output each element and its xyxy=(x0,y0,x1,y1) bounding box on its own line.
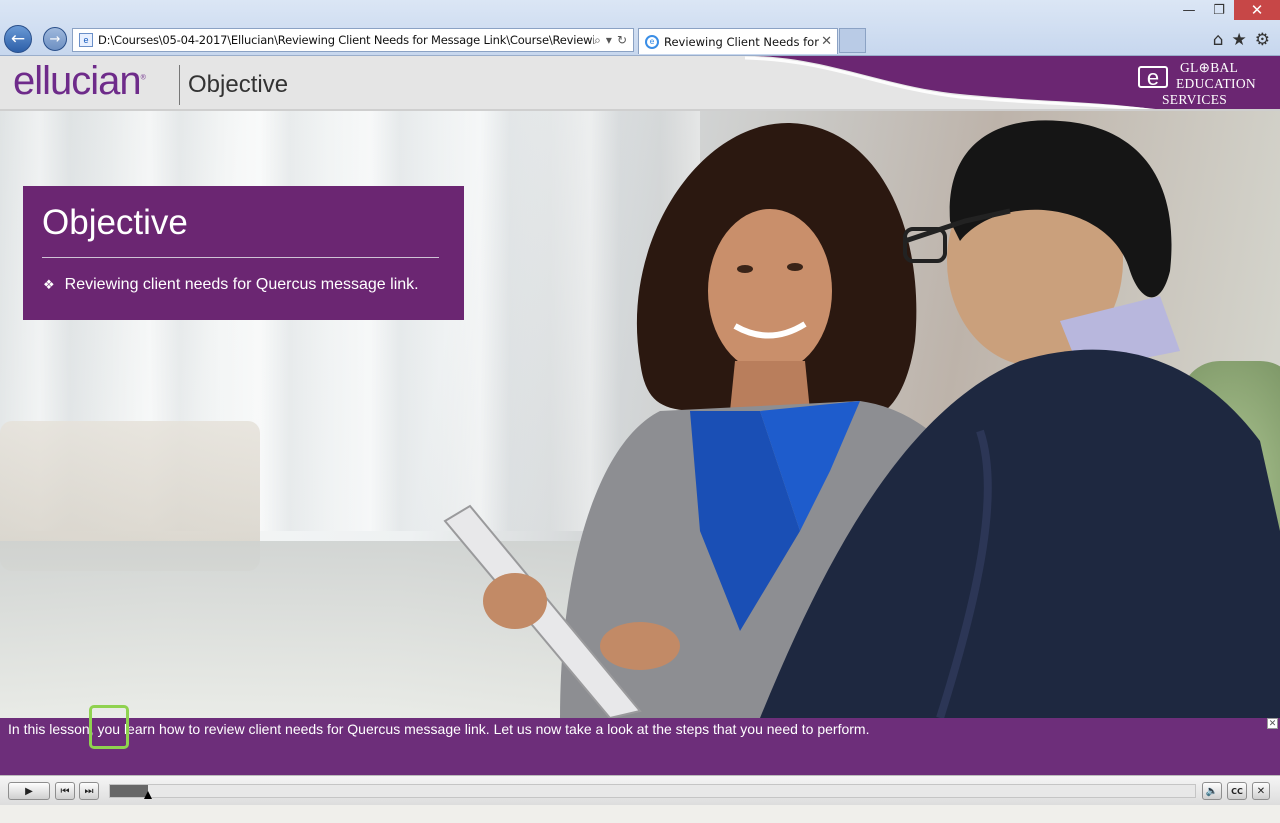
caption-text: In this lesson, you learn how to review … xyxy=(8,721,870,737)
objective-panel: Objective ❖ Reviewing client needs for Q… xyxy=(23,186,464,320)
caption-close-icon[interactable]: ✕ xyxy=(1267,718,1278,729)
back-button[interactable]: ← xyxy=(4,25,32,53)
progress-thumb[interactable] xyxy=(144,791,152,799)
click-highlight-box xyxy=(89,705,129,749)
star-icon[interactable]: ★ xyxy=(1232,30,1247,50)
new-tab-button[interactable] xyxy=(839,28,866,53)
search-icon[interactable]: ⌕ xyxy=(594,33,601,48)
forward-arrow-icon: → xyxy=(49,31,61,47)
progress-track[interactable] xyxy=(109,784,1196,799)
close-window-button[interactable]: ✕ xyxy=(1234,0,1280,20)
close-tab-icon[interactable]: ✕ xyxy=(821,34,832,49)
ie-icon: e xyxy=(645,34,659,49)
ellucian-logo: ellucian® xyxy=(13,59,146,103)
close-icon: ✕ xyxy=(1256,785,1266,797)
cc-icon: CC xyxy=(1231,786,1243,796)
previous-icon: ⏮ xyxy=(60,785,70,797)
forward-button[interactable]: → xyxy=(43,27,67,51)
minimize-button[interactable]: — xyxy=(1174,0,1204,20)
progress-fill xyxy=(110,785,148,797)
volume-icon: 🔈 xyxy=(1205,785,1219,797)
refresh-icon[interactable]: ↻ xyxy=(617,33,627,48)
slide-photo: Objective ❖ Reviewing client needs for Q… xyxy=(0,111,1280,718)
e-mark-icon: e xyxy=(1138,66,1168,89)
objective-bullet-text: Reviewing client needs for Quercus messa… xyxy=(64,276,419,293)
cc-button[interactable]: CC xyxy=(1227,782,1247,800)
volume-button[interactable]: 🔈 xyxy=(1202,782,1222,800)
gear-icon[interactable]: ⚙ xyxy=(1255,30,1270,50)
previous-button[interactable]: ⏮ xyxy=(55,782,75,800)
home-icon[interactable]: ⌂ xyxy=(1213,30,1224,50)
window-controls: — ❐ ✕ xyxy=(1174,0,1280,20)
player-close-button[interactable]: ✕ xyxy=(1252,782,1270,800)
dropdown-icon[interactable]: ▾ xyxy=(606,33,612,48)
browser-tab[interactable]: e Reviewing Client Needs for ... ✕ xyxy=(638,28,838,54)
page-icon: e xyxy=(79,33,93,47)
next-button[interactable]: ⏭ xyxy=(79,782,99,800)
objective-heading: Objective xyxy=(42,203,188,242)
back-arrow-icon: ← xyxy=(10,29,26,49)
url-text: D:\Courses\05-04-2017\Ellucian\Reviewing… xyxy=(98,33,595,47)
global-education-services-logo: e GL⊕BAL EDUCATION SERVICES xyxy=(1132,58,1272,108)
caption-bar: In this lesson, you learn how to review … xyxy=(0,718,1280,775)
objective-divider xyxy=(42,257,439,258)
restore-button[interactable]: ❐ xyxy=(1204,0,1234,20)
address-bar[interactable]: e D:\Courses\05-04-2017\Ellucian\Reviewi… xyxy=(72,28,634,52)
browser-chrome: — ❐ ✕ ← → e D:\Courses\05-04-2017\Elluci… xyxy=(0,0,1280,56)
play-icon: ▶ xyxy=(25,785,33,797)
header-divider xyxy=(179,65,180,105)
tab-title: Reviewing Client Needs for ... xyxy=(664,34,822,49)
objective-bullet: ❖ Reviewing client needs for Quercus mes… xyxy=(43,276,419,294)
player-controls: ▶ ⏮ ⏭ 🔈 CC ✕ xyxy=(0,775,1280,806)
course-header: ellucian® Objective e GL⊕BAL EDUCATION S… xyxy=(0,56,1280,111)
diamond-bullet-icon: ❖ xyxy=(43,277,55,293)
next-icon: ⏭ xyxy=(84,785,94,797)
header-title: Objective xyxy=(188,71,289,98)
play-button[interactable]: ▶ xyxy=(8,782,50,800)
